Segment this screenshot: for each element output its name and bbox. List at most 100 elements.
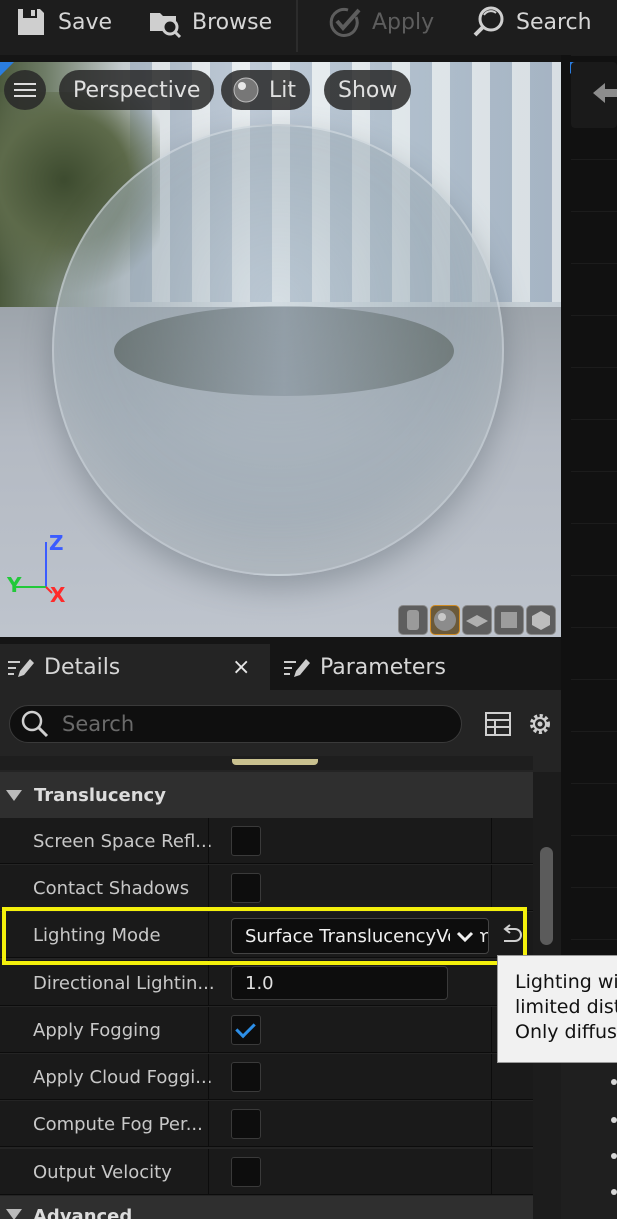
contact-shadows-checkbox[interactable]: [231, 873, 261, 903]
reset-to-default-button[interactable]: [497, 922, 525, 948]
save-icon: [18, 9, 44, 35]
bullet-marker: [611, 1153, 617, 1159]
search-label: Search: [516, 9, 592, 35]
axis-y-label: Y: [7, 573, 22, 597]
table-view-icon[interactable]: [484, 710, 512, 738]
save-button[interactable]: Save: [14, 0, 112, 44]
tab-details-label: Details: [44, 654, 121, 680]
teapot-icon: [532, 611, 550, 630]
back-button[interactable]: [571, 62, 617, 128]
bullet-marker: [611, 1079, 617, 1085]
column-divider: [208, 912, 209, 958]
category-title: Advanced: [33, 1206, 133, 1219]
settings-gear-icon[interactable]: [526, 710, 554, 738]
bullet-marker: [611, 1117, 617, 1123]
tab-details[interactable]: Details ×: [0, 644, 270, 690]
save-label: Save: [58, 9, 113, 35]
lit-label: Lit: [269, 77, 296, 103]
column-divider: [208, 1149, 209, 1195]
output-velocity-checkbox[interactable]: [231, 1157, 261, 1187]
plane-preview-button[interactable]: [462, 605, 492, 635]
expand-triangle-icon: [6, 789, 22, 801]
search-icon: [21, 710, 49, 738]
details-search-box[interactable]: [9, 705, 462, 743]
tooltip-line: Only diffus: [515, 1021, 617, 1043]
screen-space-reflections-checkbox[interactable]: [231, 826, 261, 856]
details-scrollbar-thumb[interactable]: [540, 847, 553, 945]
browse-folder-icon: [150, 13, 182, 39]
lit-button[interactable]: Lit: [221, 70, 310, 110]
apply-cloud-fogging-checkbox[interactable]: [231, 1062, 261, 1092]
sphere-reflection: [114, 306, 454, 396]
column-divider: [208, 1101, 209, 1147]
browse-button[interactable]: Browse: [148, 0, 272, 44]
hamburger-icon: [14, 83, 36, 97]
tooltip-line: limited dist: [515, 996, 617, 1018]
preview-sphere: [52, 124, 504, 576]
cylinder-icon: [407, 610, 419, 630]
plane-icon: [466, 615, 488, 627]
axis-x-label: X: [50, 583, 66, 607]
apply-check-icon: [329, 7, 361, 37]
column-divider: [491, 1007, 492, 1053]
lighting-mode-dropdown[interactable]: Surface TranslucencyVolume: [231, 918, 489, 954]
column-divider: [491, 1101, 492, 1147]
column-divider: [491, 1149, 492, 1195]
tab-parameters-label: Parameters: [320, 654, 446, 680]
tooltip-line: Lighting wi: [515, 971, 617, 993]
lit-sphere-icon: [233, 77, 259, 103]
property-row-directional-lighting: Directional Lightin... 1.0: [0, 960, 533, 1006]
property-name: Apply Fogging: [33, 1019, 161, 1041]
column-divider: [208, 1007, 209, 1053]
column-divider: [491, 818, 492, 864]
close-icon[interactable]: ×: [232, 655, 250, 680]
previous-property-row: [0, 756, 533, 770]
search-button[interactable]: Search: [472, 0, 592, 44]
perspective-label: Perspective: [73, 77, 201, 103]
column-divider: [208, 818, 209, 864]
property-row-lighting-mode: Lighting Mode Surface TranslucencyVolume: [0, 912, 533, 958]
main-toolbar: Save Browse Apply Search: [0, 0, 617, 55]
apply-fogging-checkbox[interactable]: [231, 1015, 261, 1045]
property-name: Directional Lightin...: [33, 972, 215, 994]
property-row-contact-shadows: Contact Shadows: [0, 865, 533, 911]
material-preview-viewport[interactable]: Perspective Lit Show Z Y X: [0, 62, 561, 637]
back-arrow-icon: [593, 83, 617, 103]
property-row-output-velocity: Output Velocity: [0, 1149, 533, 1195]
perspective-button[interactable]: Perspective: [59, 70, 215, 110]
show-button[interactable]: Show: [324, 70, 412, 110]
property-name: Lighting Mode: [33, 924, 161, 946]
cylinder-preview-button[interactable]: [398, 605, 428, 635]
property-name: Output Velocity: [33, 1161, 172, 1183]
parameters-pencil-icon: [284, 659, 310, 677]
property-name: Apply Cloud Foggi...: [33, 1066, 213, 1088]
viewport-menu-button[interactable]: [4, 70, 46, 110]
apply-button[interactable]: Apply: [328, 0, 434, 44]
category-advanced[interactable]: Advanced: [0, 1196, 533, 1219]
category-title: Translucency: [34, 784, 166, 806]
reset-arrow-icon: [503, 924, 522, 942]
sphere-icon: [434, 609, 456, 631]
cube-preview-button[interactable]: [494, 605, 524, 635]
property-row-apply-cloud-fogging: Apply Cloud Foggi...: [0, 1054, 533, 1100]
show-label: Show: [338, 77, 398, 103]
axis-z-label: Z: [49, 531, 64, 555]
side-doc-panel: [561, 1063, 617, 1219]
category-translucency[interactable]: Translucency: [0, 772, 533, 818]
column-divider: [208, 960, 209, 1006]
column-divider: [208, 865, 209, 911]
expand-triangle-icon: [6, 1209, 22, 1219]
column-divider: [491, 1054, 492, 1100]
column-divider: [208, 1054, 209, 1100]
chevron-down-icon: [450, 919, 480, 953]
cube-icon: [501, 612, 517, 628]
lighting-mode-tooltip: Lighting wi limited dist Only diffus: [497, 955, 617, 1063]
details-search-input[interactable]: [62, 712, 442, 736]
custom-mesh-preview-button[interactable]: [526, 605, 556, 635]
apply-label: Apply: [372, 9, 435, 35]
directional-lighting-input[interactable]: 1.0: [231, 966, 448, 1000]
property-row-screen-space-reflections: Screen Space Refl...: [0, 818, 533, 864]
compute-fog-per-pixel-checkbox[interactable]: [231, 1109, 261, 1139]
tab-parameters[interactable]: Parameters: [282, 644, 446, 690]
sphere-preview-button[interactable]: [430, 605, 460, 635]
